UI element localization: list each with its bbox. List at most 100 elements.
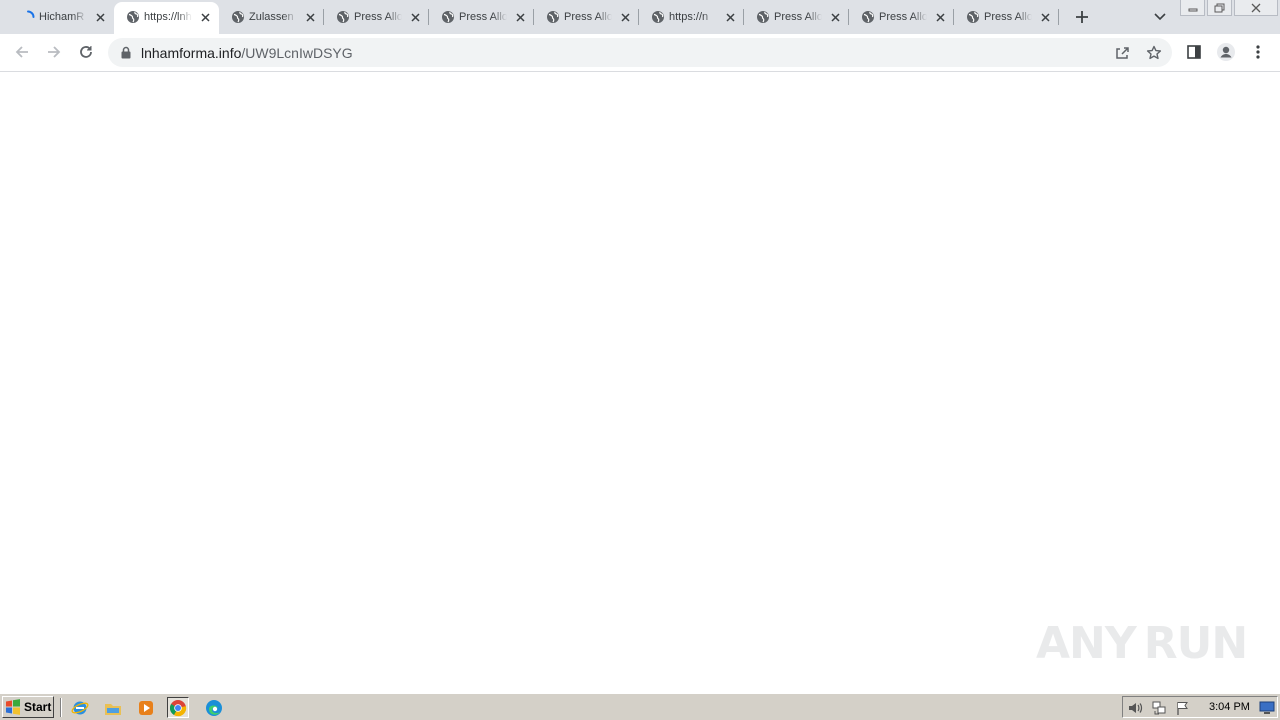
tab-close-button[interactable] bbox=[513, 10, 527, 24]
anyrun-watermark: ANY RUN bbox=[1036, 612, 1248, 676]
watermark-right-text: RUN bbox=[1143, 618, 1248, 669]
close-icon bbox=[410, 12, 420, 22]
side-panel-button[interactable] bbox=[1182, 40, 1206, 64]
tab-close-button[interactable] bbox=[303, 10, 317, 24]
volume-icon bbox=[1129, 703, 1143, 713]
browser-tab[interactable]: https://n bbox=[639, 0, 744, 34]
tray-network[interactable] bbox=[1151, 700, 1167, 716]
tray-volume[interactable] bbox=[1127, 700, 1143, 716]
browser-tab[interactable]: Press Allow bbox=[849, 0, 954, 34]
watermark-left-text: ANY bbox=[1036, 618, 1137, 669]
lock-icon[interactable] bbox=[120, 46, 132, 59]
star-icon bbox=[1146, 45, 1162, 60]
browser-tab[interactable]: Press Allow bbox=[429, 0, 534, 34]
tab-close-button[interactable] bbox=[1038, 10, 1052, 24]
bookmark-button[interactable] bbox=[1145, 44, 1163, 62]
tab-close-button[interactable] bbox=[828, 10, 842, 24]
close-window-button[interactable] bbox=[1234, 0, 1278, 16]
chevron-down-icon bbox=[1154, 13, 1166, 21]
url-text[interactable]: lnhamforma.info/UW9LcnIwDSYG bbox=[141, 45, 353, 61]
globe-icon bbox=[652, 11, 664, 23]
tab-close-button[interactable] bbox=[198, 10, 212, 24]
page-content-area: ANY RUN bbox=[0, 72, 1280, 692]
start-label: Start bbox=[24, 700, 52, 714]
taskbar-separator bbox=[60, 698, 62, 717]
restore-button[interactable] bbox=[1207, 0, 1232, 16]
taskbar-chrome[interactable] bbox=[167, 697, 189, 718]
new-tab-button[interactable] bbox=[1071, 6, 1093, 28]
tab-title: Zulassen bbox=[249, 11, 294, 23]
close-icon bbox=[1251, 3, 1261, 12]
monitor-icon bbox=[1259, 701, 1275, 714]
taskbar-media-player[interactable] bbox=[135, 697, 157, 718]
globe-icon bbox=[757, 11, 769, 23]
file-explorer-icon bbox=[105, 703, 121, 715]
globe-icon bbox=[547, 11, 559, 23]
back-button[interactable] bbox=[10, 40, 34, 64]
close-icon bbox=[725, 12, 735, 22]
globe-icon bbox=[232, 11, 244, 23]
browser-tab[interactable]: HichamR bbox=[9, 0, 114, 34]
share-button[interactable] bbox=[1113, 44, 1131, 62]
tab-search-button[interactable] bbox=[1151, 8, 1169, 26]
taskbar-file-explorer[interactable] bbox=[102, 697, 124, 718]
minimize-button[interactable] bbox=[1180, 0, 1205, 16]
kebab-menu-icon bbox=[1256, 45, 1260, 59]
browser-tab[interactable]: Press Allow bbox=[954, 0, 1059, 34]
reload-button[interactable] bbox=[74, 40, 98, 64]
close-icon bbox=[830, 12, 840, 22]
browser-tab[interactable]: Press Allow bbox=[324, 0, 429, 34]
close-icon bbox=[620, 12, 630, 22]
loading-spinner-icon bbox=[27, 10, 35, 18]
start-button[interactable]: Start bbox=[2, 696, 54, 718]
chrome-icon bbox=[169, 699, 187, 716]
browser-tab[interactable]: Press Allow bbox=[744, 0, 849, 34]
tab-title: Press Allow bbox=[564, 11, 612, 23]
address-bar[interactable]: lnhamforma.info/UW9LcnIwDSYG bbox=[108, 38, 1172, 67]
tab-close-button[interactable] bbox=[723, 10, 737, 24]
tab-title: Press Allow bbox=[879, 11, 927, 23]
tab-strip: HichamR https://lnhamforma.info Zulassen Pr… bbox=[0, 0, 1280, 34]
edge-icon bbox=[206, 699, 222, 716]
globe-icon bbox=[127, 11, 139, 23]
plus-icon bbox=[1076, 11, 1088, 23]
taskbar-edge[interactable] bbox=[203, 697, 225, 718]
taskbar-internet-explorer[interactable] bbox=[69, 697, 91, 718]
browser-tab[interactable]: Zulassen bbox=[219, 0, 324, 34]
windows-taskbar: Start 3:04 PM bbox=[0, 693, 1280, 720]
globe-icon bbox=[967, 11, 979, 23]
profile-button[interactable] bbox=[1214, 40, 1238, 64]
tab-title: Press Allow bbox=[354, 11, 402, 23]
close-icon bbox=[935, 12, 945, 22]
tray-action-center[interactable] bbox=[1175, 700, 1191, 716]
forward-button[interactable] bbox=[42, 40, 66, 64]
browser-toolbar: lnhamforma.info/UW9LcnIwDSYG bbox=[0, 34, 1280, 72]
close-icon bbox=[515, 12, 525, 22]
tab-close-button[interactable] bbox=[93, 10, 107, 24]
browser-tab[interactable]: https://lnhamforma.info bbox=[114, 2, 219, 34]
tab-close-button[interactable] bbox=[933, 10, 947, 24]
tab-close-button[interactable] bbox=[408, 10, 422, 24]
url-path: /UW9LcnIwDSYG bbox=[241, 45, 353, 61]
side-panel-icon bbox=[1187, 45, 1201, 59]
back-arrow-icon bbox=[15, 46, 28, 58]
globe-icon bbox=[337, 11, 349, 23]
menu-button[interactable] bbox=[1246, 40, 1270, 64]
taskbar-clock[interactable]: 3:04 PM bbox=[1209, 701, 1250, 713]
tab-title: Press Allow bbox=[459, 11, 507, 23]
reload-icon bbox=[80, 46, 92, 58]
tab-close-button[interactable] bbox=[618, 10, 632, 24]
system-tray: 3:04 PM bbox=[1122, 696, 1278, 718]
tab-separator bbox=[1058, 9, 1059, 25]
show-desktop-button[interactable] bbox=[1259, 700, 1275, 716]
profile-avatar-icon bbox=[1217, 43, 1235, 61]
network-icon bbox=[1152, 701, 1166, 715]
tab-title: https://n bbox=[669, 11, 709, 23]
close-icon bbox=[305, 12, 315, 22]
browser-tab[interactable]: Press Allow bbox=[534, 0, 639, 34]
media-player-icon bbox=[139, 700, 153, 715]
tab-title: https://lnhamforma.info bbox=[144, 11, 192, 23]
close-icon bbox=[95, 12, 105, 22]
windows-logo-icon bbox=[6, 699, 20, 715]
close-icon bbox=[1040, 12, 1050, 22]
